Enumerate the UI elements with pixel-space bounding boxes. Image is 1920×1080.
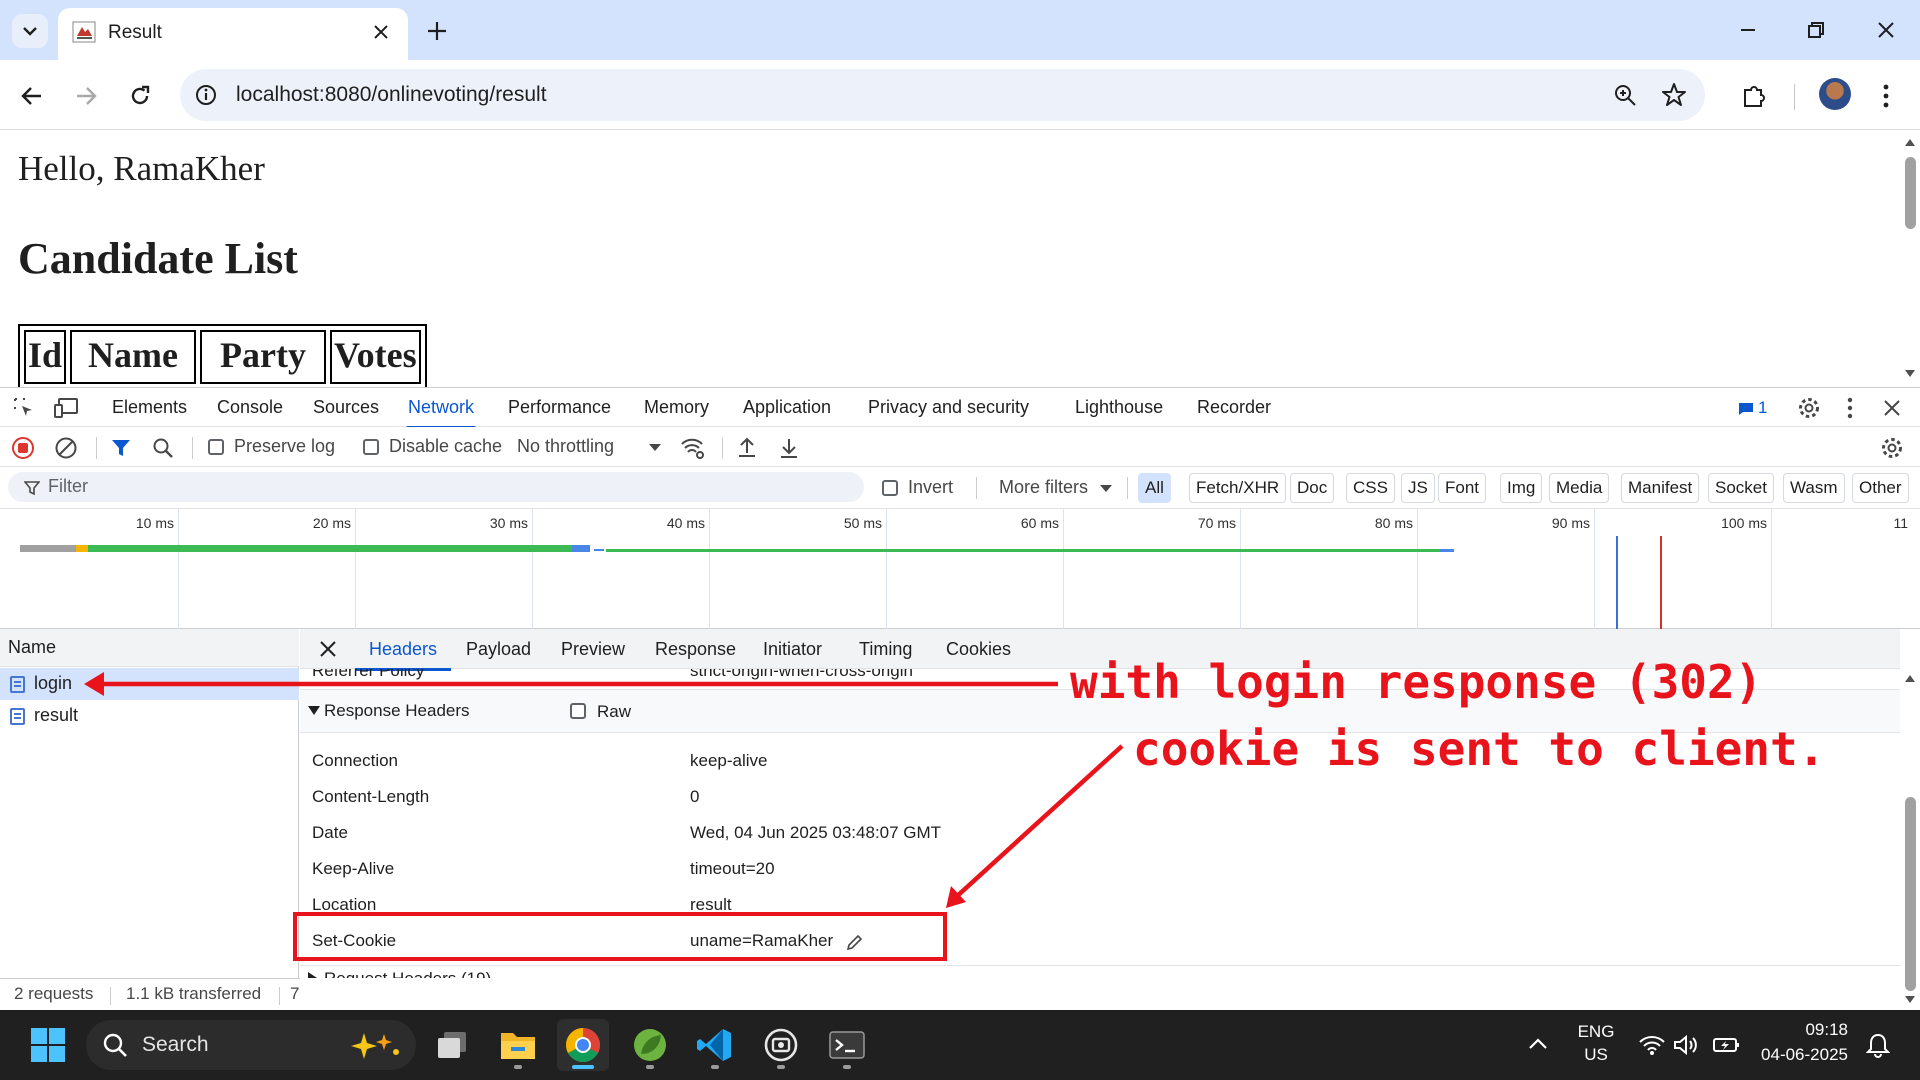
taskbar-app-snipping-tool[interactable] [755,1019,807,1071]
taskbar-app-file-explorer[interactable] [492,1019,544,1071]
search-label: Search [142,1033,209,1056]
chrome-icon [566,1028,600,1062]
windows-taskbar: Search ENG US 09:18 04-06-2025 [0,1010,1920,1080]
notification-bell-icon[interactable] [1866,1032,1890,1058]
region-code: US [1584,1045,1608,1064]
snipping-tool-icon [764,1028,798,1062]
annotation-line-1: with login response (302) [1070,655,1763,709]
taskbar-app-chrome[interactable] [557,1019,609,1071]
volume-icon[interactable] [1673,1034,1699,1056]
battery-charging-icon[interactable] [1712,1035,1740,1055]
taskbar-app-task-view[interactable] [426,1019,478,1071]
annotation-line-2: cookie is sent to client. [1133,722,1826,776]
terminal-icon [829,1031,865,1059]
running-indicator [777,1065,785,1069]
clock-date: 04-06-2025 [1761,1045,1848,1064]
running-indicator [711,1065,719,1069]
language-code: ENG [1577,1022,1615,1041]
start-button[interactable] [22,1019,74,1071]
windows-logo-icon [31,1028,65,1062]
vscode-icon [697,1029,731,1061]
taskbar-app-terminal[interactable] [821,1019,873,1071]
running-indicator [514,1065,522,1069]
running-indicator [572,1065,594,1069]
running-indicator [843,1065,851,1069]
clock-time: 09:18 [1805,1020,1848,1039]
taskbar-search-box[interactable]: Search [86,1020,416,1070]
clock[interactable]: 09:18 04-06-2025 [1754,1020,1848,1070]
search-icon [103,1033,127,1057]
spring-leaf-icon [634,1029,666,1061]
running-indicator [646,1065,654,1069]
folder-icon [501,1033,535,1059]
annotation-arrows [84,672,1124,908]
chevron-up-icon[interactable] [1528,1036,1548,1050]
taskbar-app-vscode[interactable] [689,1019,741,1071]
taskbar-app-spring-tools[interactable] [624,1019,676,1071]
copilot-sparkle-icon [351,1033,399,1059]
set-cookie-highlight-box [293,912,947,961]
arrow-head-left [84,672,104,696]
language-indicator[interactable]: ENG US [1568,1022,1624,1068]
task-view-icon [438,1032,466,1058]
arrow-to-set-cookie [953,744,1124,900]
wifi-icon[interactable] [1639,1034,1665,1056]
